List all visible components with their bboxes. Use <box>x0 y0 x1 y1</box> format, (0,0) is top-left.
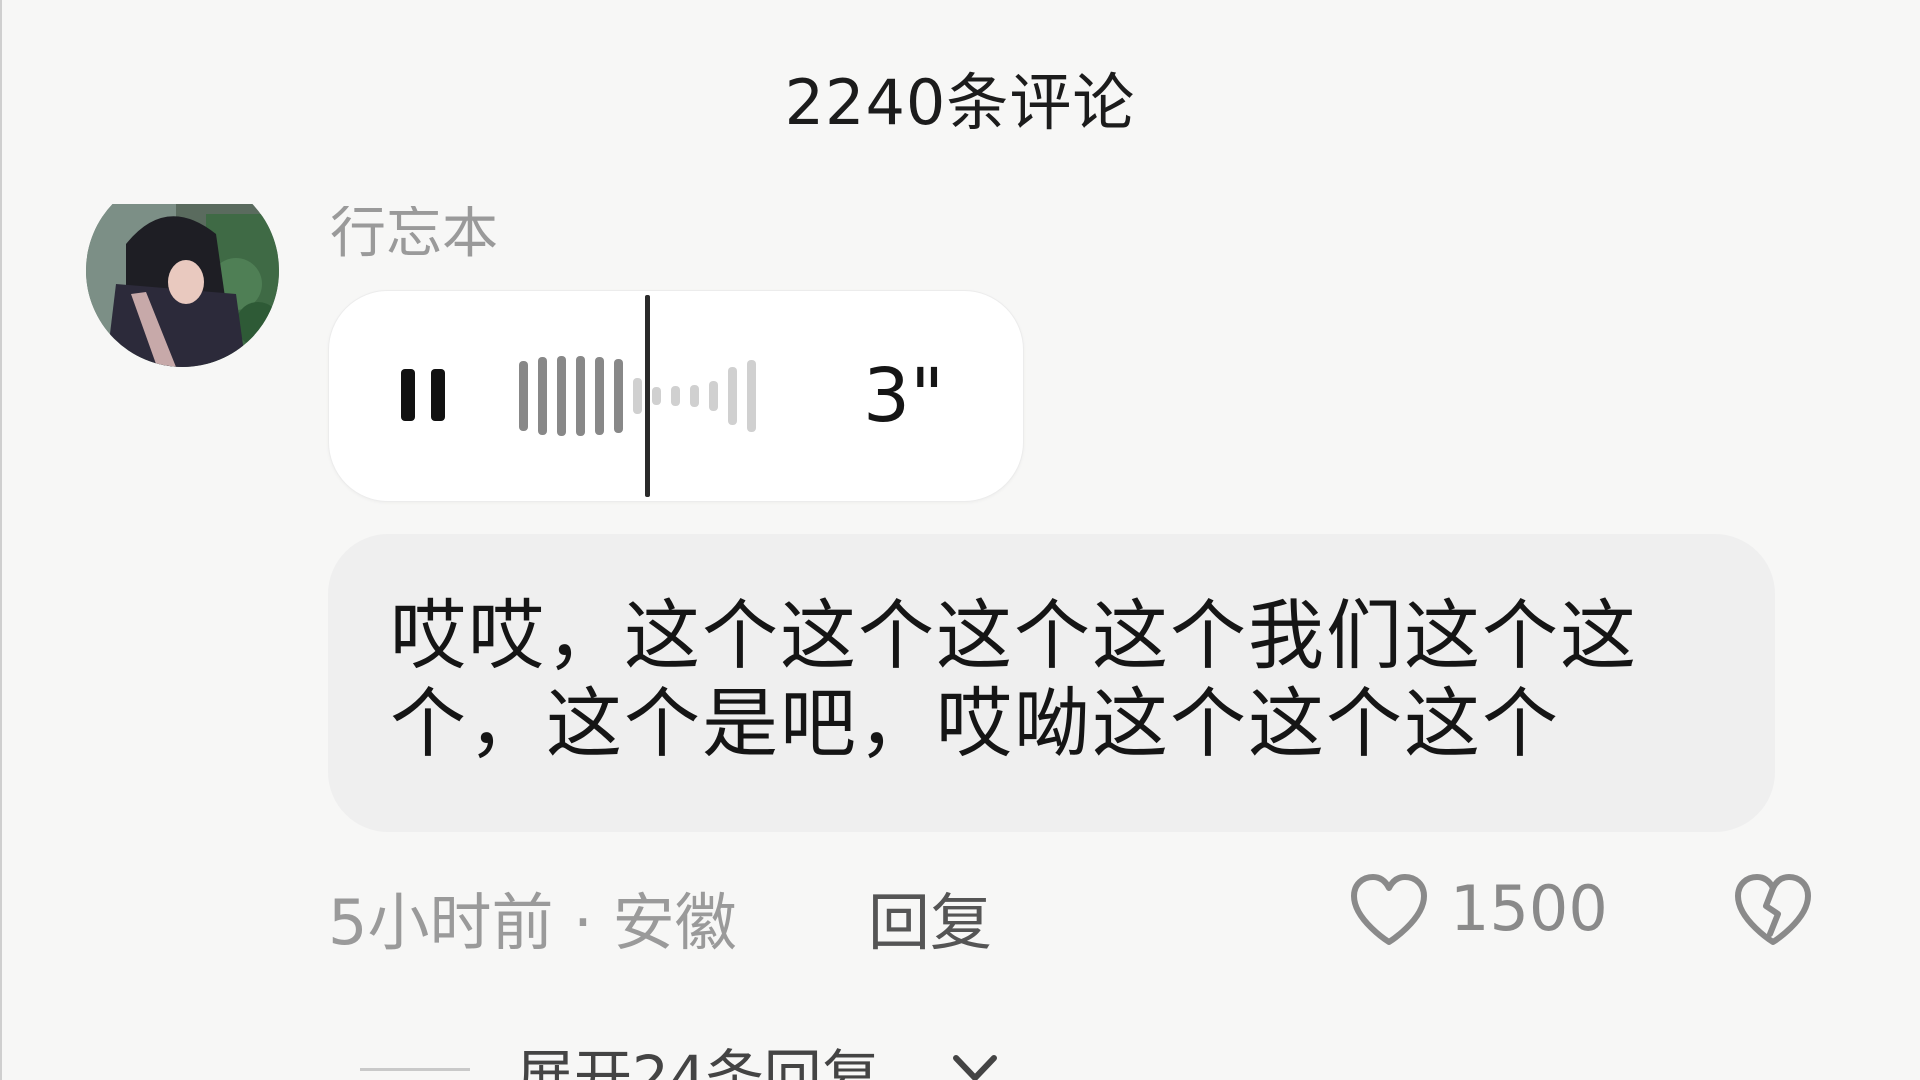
comments-count-title: 2240条评论 <box>784 66 1136 139</box>
waveform-bar <box>576 356 585 436</box>
waveform-bar <box>519 361 528 431</box>
chevron-down-icon <box>953 1055 997 1080</box>
heart-outline-icon <box>1351 874 1427 945</box>
waveform-bar <box>633 378 642 414</box>
waveform-bar <box>614 359 623 433</box>
avatar-image <box>86 204 279 367</box>
comment-time-location: 5小时前 · 安徽 <box>328 886 737 959</box>
waveform-bar <box>595 357 604 435</box>
comments-screen: 2240条评论 行忘本 3" 哎哎，这个这个这个这个我们这个这个，这个是吧，哎呦… <box>0 0 1920 1080</box>
waveform-bar <box>557 356 566 436</box>
voice-waveform[interactable] <box>519 291 756 501</box>
waveform-bar <box>728 367 737 425</box>
waveform-bar <box>709 381 718 411</box>
expand-divider <box>360 1068 470 1071</box>
comment-username[interactable]: 行忘本 <box>330 206 498 269</box>
pause-icon[interactable] <box>401 369 449 421</box>
voice-duration: 3" <box>863 353 945 439</box>
avatar[interactable] <box>86 204 279 367</box>
broken-heart-icon[interactable] <box>1732 872 1814 950</box>
waveform-bar <box>747 360 756 432</box>
voice-transcript-box: 哎哎，这个这个这个这个我们这个这个，这个是吧，哎呦这个这个这个 <box>328 534 1775 832</box>
waveform-bar <box>652 387 661 405</box>
like-count: 1500 <box>1450 872 1608 945</box>
playback-position-indicator[interactable] <box>645 295 650 497</box>
voice-message-bubble[interactable]: 3" <box>328 290 1024 502</box>
reply-button[interactable]: 回复 <box>868 872 992 962</box>
waveform-bar <box>690 385 699 407</box>
expand-replies-label: 展开24条回复 <box>516 1043 880 1080</box>
voice-transcript-text: 哎哎，这个这个这个这个我们这个这个，这个是吧，哎呦这个这个这个 <box>390 591 1638 768</box>
waveform-bar <box>671 386 680 406</box>
panel-edge <box>0 0 2 1080</box>
waveform-bar <box>538 357 547 435</box>
comment-meta-row: 5小时前 · 安徽 回复 1500 <box>328 872 1888 959</box>
